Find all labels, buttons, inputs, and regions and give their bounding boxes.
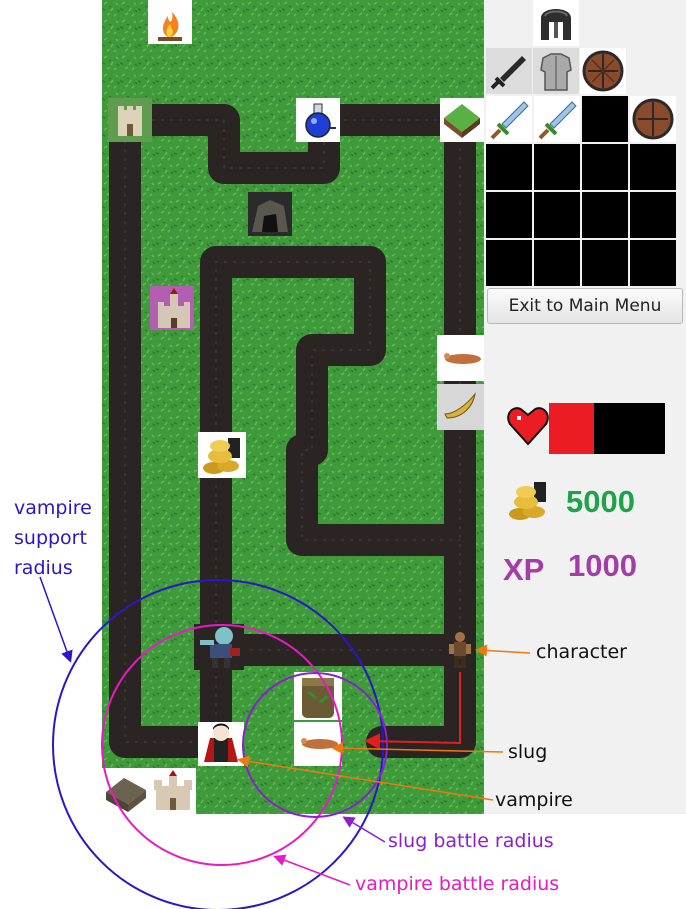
slug-label: slug: [508, 741, 548, 763]
slug-battle-radius-label: slug battle radius: [388, 830, 554, 852]
support-radius-arrow: [39, 576, 73, 663]
vampire-label: vampire: [495, 789, 573, 811]
slug-battle-radius-circle: [242, 672, 388, 818]
slug-arrow: [331, 742, 504, 755]
vampire-battle-radius-label: vampire battle radius: [355, 873, 560, 895]
character-arrow: [475, 644, 531, 657]
vampire-support-radius-label: vampire support radius: [14, 493, 92, 583]
annotation-line: support: [14, 527, 87, 549]
vampire-battle-radius-circle: [101, 624, 343, 866]
annotation-line: radius: [14, 557, 73, 579]
annotation-overlay: [39, 576, 531, 909]
character-label: character: [536, 641, 627, 663]
annotation-line: vampire: [14, 497, 92, 519]
